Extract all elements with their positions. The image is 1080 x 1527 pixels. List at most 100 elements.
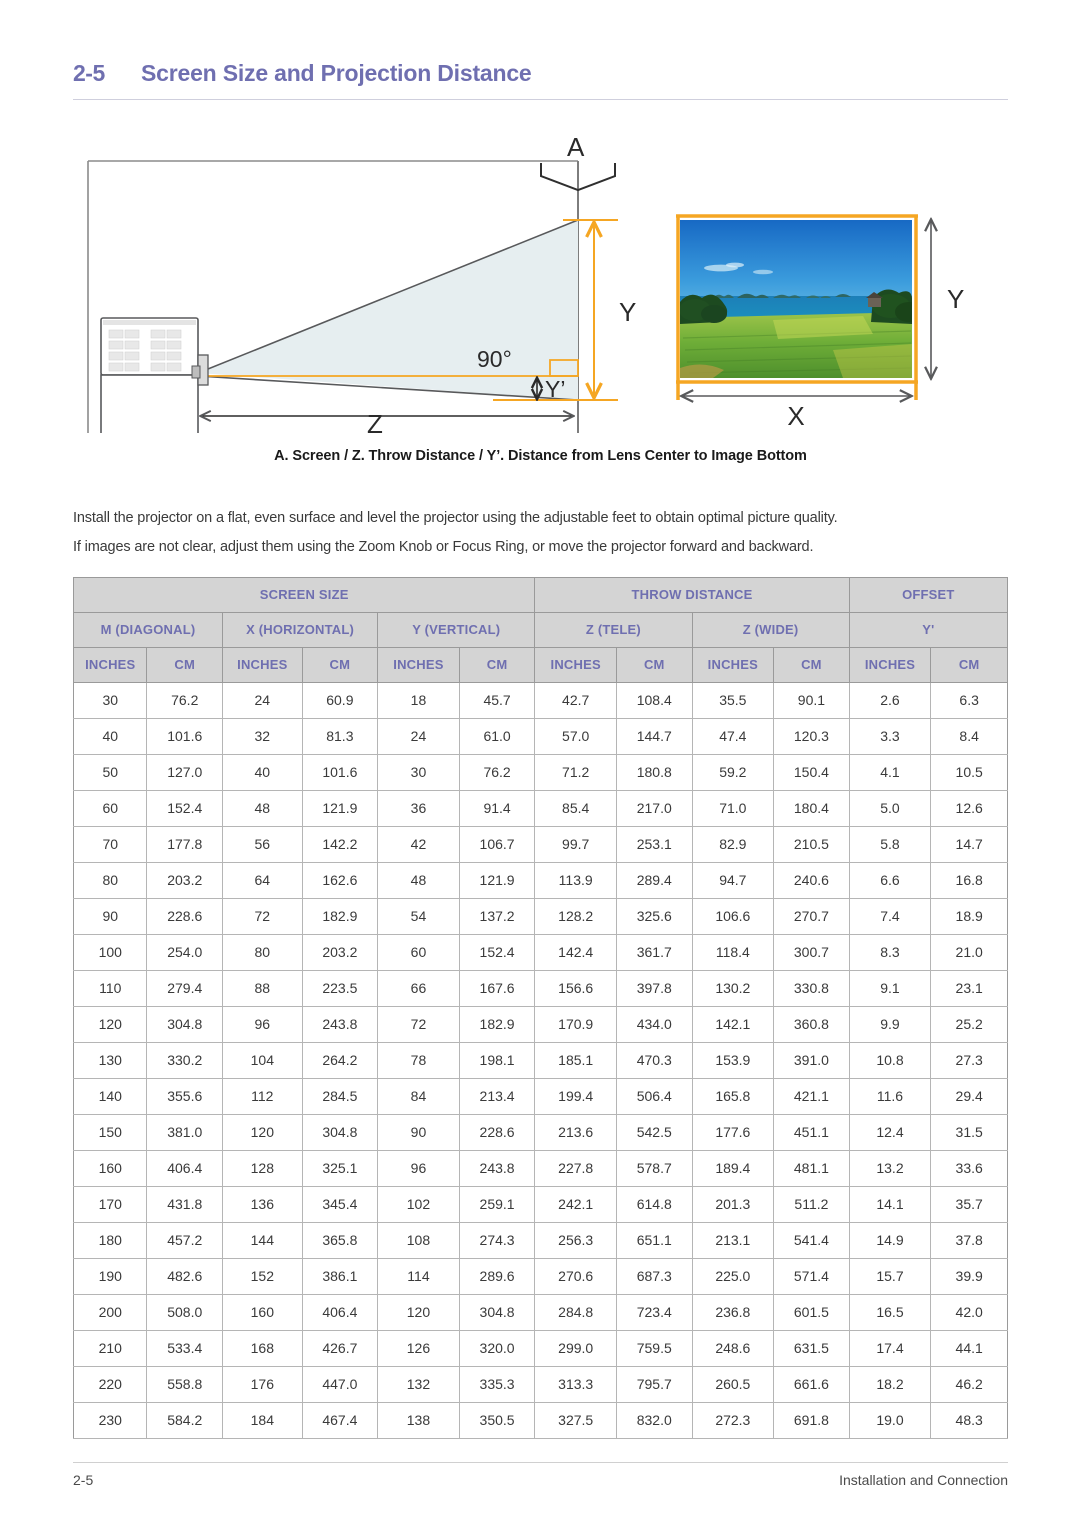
cell-r17-c10: 16.5 bbox=[848, 1294, 932, 1331]
cell-r17-c7: 723.4 bbox=[616, 1294, 693, 1331]
label-z: Z bbox=[367, 409, 383, 433]
cell-r15-c11: 37.8 bbox=[930, 1222, 1008, 1259]
cell-r14-c2: 136 bbox=[222, 1186, 303, 1223]
cell-r0-c9: 90.1 bbox=[773, 682, 850, 719]
cell-r10-c4: 78 bbox=[377, 1042, 460, 1079]
cell-r16-c9: 571.4 bbox=[773, 1258, 850, 1295]
table-head: SCREEN SIZE THROW DISTANCE OFFSET M (DIAGO… bbox=[72, 577, 1009, 683]
cell-r12-c10: 12.4 bbox=[848, 1114, 932, 1151]
cell-r7-c2: 80 bbox=[222, 934, 303, 971]
cell-r11-c7: 506.4 bbox=[616, 1078, 693, 1115]
cell-r5-c2: 64 bbox=[222, 862, 303, 899]
cell-r4-c10: 5.8 bbox=[848, 826, 932, 863]
group-header-1: THROW DISTANCE bbox=[534, 577, 850, 613]
cell-r19-c2: 176 bbox=[222, 1366, 303, 1403]
cell-r10-c2: 104 bbox=[222, 1042, 303, 1079]
cell-r0-c5: 45.7 bbox=[458, 682, 536, 719]
cell-r5-c11: 16.8 bbox=[930, 862, 1008, 899]
cell-r4-c3: 142.2 bbox=[301, 826, 379, 863]
cell-r3-c6: 85.4 bbox=[534, 790, 617, 827]
cell-r9-c4: 72 bbox=[377, 1006, 460, 1043]
unit-header-7: CM bbox=[616, 647, 693, 683]
cell-r20-c3: 467.4 bbox=[301, 1402, 379, 1439]
cell-r3-c5: 91.4 bbox=[458, 790, 536, 827]
cell-r13-c11: 33.6 bbox=[930, 1150, 1008, 1187]
cell-r2-c9: 150.4 bbox=[773, 754, 850, 791]
projection-diagram: Y 90° Y’ Z A Y X bbox=[73, 128, 1008, 433]
cell-r19-c9: 661.6 bbox=[773, 1366, 850, 1403]
cell-r0-c10: 2.6 bbox=[848, 682, 932, 719]
cell-r13-c3: 325.1 bbox=[301, 1150, 379, 1187]
cell-r15-c3: 365.8 bbox=[301, 1222, 379, 1259]
cell-r5-c4: 48 bbox=[377, 862, 460, 899]
cell-r17-c3: 406.4 bbox=[301, 1294, 379, 1331]
cell-r6-c11: 18.9 bbox=[930, 898, 1008, 935]
cell-r19-c11: 46.2 bbox=[930, 1366, 1008, 1403]
footer-divider bbox=[73, 1462, 1008, 1463]
cell-r9-c2: 96 bbox=[222, 1006, 303, 1043]
unit-header-10: INCHES bbox=[848, 647, 932, 683]
cell-r6-c3: 182.9 bbox=[301, 898, 379, 935]
beam-fill bbox=[198, 220, 578, 400]
cell-r12-c4: 90 bbox=[377, 1114, 460, 1151]
cell-r13-c10: 13.2 bbox=[848, 1150, 932, 1187]
cell-r9-c9: 360.8 bbox=[773, 1006, 850, 1043]
cell-r0-c0: 30 bbox=[72, 682, 148, 719]
cell-r8-c7: 397.8 bbox=[616, 970, 693, 1007]
table-row: 170 431.8 136 345.4 102 259.1 242.1 614.8 201.3 5… bbox=[72, 1186, 1008, 1223]
cell-r12-c1: 381.0 bbox=[146, 1114, 223, 1151]
cell-r15-c4: 108 bbox=[377, 1222, 460, 1259]
cell-r14-c7: 614.8 bbox=[616, 1186, 693, 1223]
unit-header-3: CM bbox=[301, 647, 379, 683]
cell-r9-c1: 304.8 bbox=[146, 1006, 223, 1043]
cell-r3-c11: 12.6 bbox=[930, 790, 1008, 827]
cell-r16-c5: 289.6 bbox=[458, 1258, 536, 1295]
cell-r11-c9: 421.1 bbox=[773, 1078, 850, 1115]
cell-r5-c1: 203.2 bbox=[146, 862, 223, 899]
cell-r6-c0: 90 bbox=[72, 898, 148, 935]
cell-r12-c7: 542.5 bbox=[616, 1114, 693, 1151]
instruction-paragraph-1: Install the projector on a flat, even su… bbox=[73, 510, 838, 526]
cell-r12-c3: 304.8 bbox=[301, 1114, 379, 1151]
cell-r6-c1: 228.6 bbox=[146, 898, 223, 935]
table-row: 160 406.4 128 325.1 96 243.8 227.8 578.7 189.4 48… bbox=[72, 1150, 1008, 1187]
cell-r6-c7: 325.6 bbox=[616, 898, 693, 935]
cell-r19-c8: 260.5 bbox=[691, 1366, 775, 1403]
cell-r0-c4: 18 bbox=[377, 682, 460, 719]
cell-r8-c5: 167.6 bbox=[458, 970, 536, 1007]
cell-r0-c2: 24 bbox=[222, 682, 303, 719]
cell-r13-c7: 578.7 bbox=[616, 1150, 693, 1187]
cell-r6-c4: 54 bbox=[377, 898, 460, 935]
cell-r15-c9: 541.4 bbox=[773, 1222, 850, 1259]
cell-r3-c10: 5.0 bbox=[848, 790, 932, 827]
cell-r11-c11: 29.4 bbox=[930, 1078, 1008, 1115]
cell-r17-c2: 160 bbox=[222, 1294, 303, 1331]
cell-r14-c10: 14.1 bbox=[848, 1186, 932, 1223]
cell-r0-c6: 42.7 bbox=[534, 682, 617, 719]
cell-r17-c1: 508.0 bbox=[146, 1294, 223, 1331]
label-90-degrees: 90° bbox=[477, 346, 512, 372]
cell-r15-c6: 256.3 bbox=[534, 1222, 617, 1259]
group-header-row: SCREEN SIZE THROW DISTANCE OFFSET bbox=[72, 577, 1009, 613]
cell-r10-c0: 130 bbox=[72, 1042, 148, 1079]
sub-header-4: Z (WIDE) bbox=[691, 612, 850, 648]
screen-view-group: Y X bbox=[676, 214, 964, 431]
cell-r4-c11: 14.7 bbox=[930, 826, 1008, 863]
cell-r8-c9: 330.8 bbox=[773, 970, 850, 1007]
cell-r2-c1: 127.0 bbox=[146, 754, 223, 791]
cell-r3-c3: 121.9 bbox=[301, 790, 379, 827]
cell-r1-c6: 57.0 bbox=[534, 718, 617, 755]
cell-r18-c0: 210 bbox=[72, 1330, 148, 1367]
cell-r9-c11: 25.2 bbox=[930, 1006, 1008, 1043]
cell-r2-c4: 30 bbox=[377, 754, 460, 791]
cell-r19-c7: 795.7 bbox=[616, 1366, 693, 1403]
cell-r6-c2: 72 bbox=[222, 898, 303, 935]
table-row: 140 355.6 112 284.5 84 213.4 199.4 506.4 165.8 42… bbox=[72, 1078, 1008, 1115]
cell-r5-c6: 113.9 bbox=[534, 862, 617, 899]
projector-illustration bbox=[100, 317, 209, 433]
cell-r15-c1: 457.2 bbox=[146, 1222, 223, 1259]
cell-r19-c1: 558.8 bbox=[146, 1366, 223, 1403]
sub-header-5: Y' bbox=[848, 612, 1009, 648]
cell-r8-c6: 156.6 bbox=[534, 970, 617, 1007]
cell-r1-c9: 120.3 bbox=[773, 718, 850, 755]
